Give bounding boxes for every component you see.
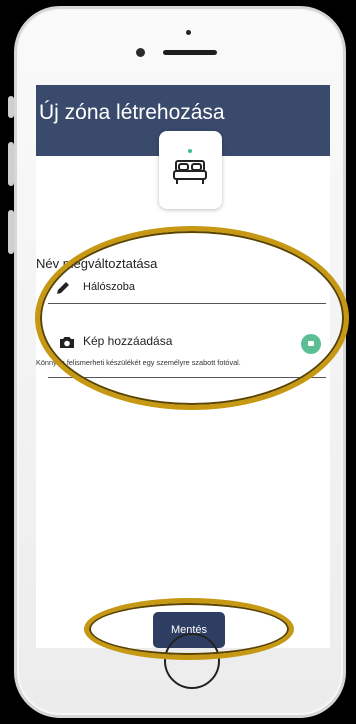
phone-mute-switch — [8, 96, 14, 118]
annotation-ellipse-form — [35, 226, 349, 410]
phone-volume-down — [8, 210, 14, 254]
sensor-dot — [186, 30, 191, 35]
earpiece-speaker — [163, 50, 217, 55]
bed-icon — [173, 160, 207, 184]
front-camera — [136, 48, 145, 57]
annotation-ellipse-save — [84, 598, 294, 660]
status-dot — [188, 149, 192, 153]
phone-volume-up — [8, 142, 14, 186]
page-title: Új zóna létrehozása — [39, 101, 225, 124]
zone-icon-card[interactable] — [159, 131, 222, 209]
